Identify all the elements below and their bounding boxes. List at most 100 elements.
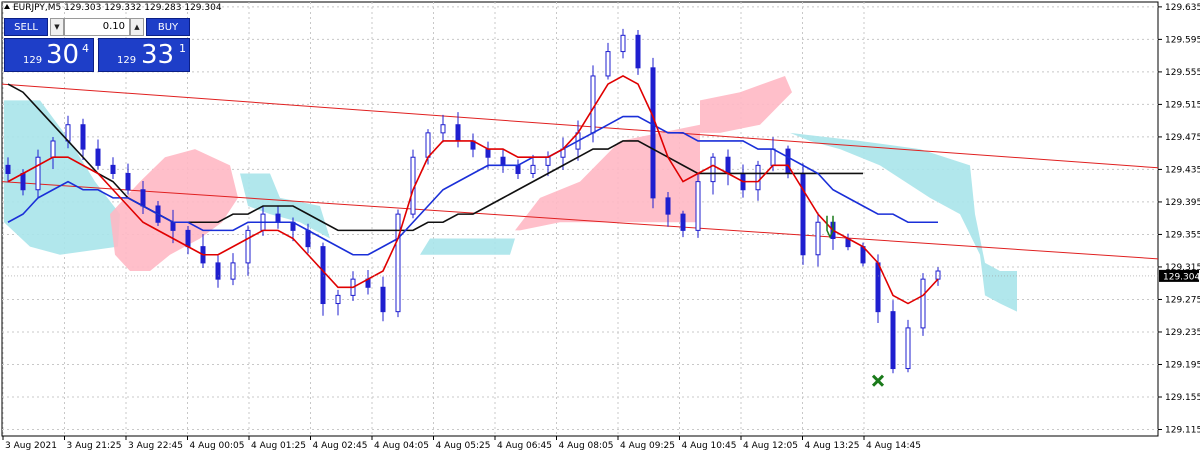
y-tick-label: 129.595 <box>1165 35 1200 45</box>
y-tick-label: 129.235 <box>1165 328 1200 338</box>
one-click-trading-panel: SELL ▼ 0.10 ▲ BUY 129 30 4 129 33 1 <box>4 18 190 72</box>
chevron-up-icon: ▲ <box>134 23 140 31</box>
candle-body <box>920 278 926 329</box>
candle-body <box>50 140 56 158</box>
candle <box>410 149 416 219</box>
candle-body <box>125 172 131 191</box>
candle <box>395 209 401 318</box>
candle <box>650 57 656 209</box>
x-tick-label: 3 Aug 2021 <box>5 441 57 451</box>
x-tick-label: 4 Aug 09:25 <box>620 441 675 451</box>
candle-body <box>935 270 941 280</box>
x-tick-label: 4 Aug 08:05 <box>559 441 614 451</box>
y-tick-label: 129.475 <box>1165 133 1200 143</box>
candle-body <box>680 213 686 231</box>
candle-body <box>80 124 86 150</box>
candle-body <box>95 148 101 166</box>
candle-body <box>305 229 311 248</box>
candle-body <box>905 327 911 370</box>
candle-body <box>755 164 761 191</box>
candle-body <box>140 189 146 207</box>
buy-quote-prefix: 129 <box>117 55 137 66</box>
y-tick-label: 129.115 <box>1165 425 1200 435</box>
sell-button-label: SELL <box>14 21 38 33</box>
candle-body <box>170 221 176 231</box>
candle <box>695 172 701 238</box>
lot-increase-button[interactable]: ▲ <box>130 18 144 36</box>
buy-quote-big: 33 <box>141 40 175 70</box>
x-tick-label: 4 Aug 14:45 <box>866 441 921 451</box>
sell-quote[interactable]: 129 30 4 <box>4 38 94 72</box>
candle <box>905 319 911 373</box>
sell-quote-sup: 4 <box>82 42 89 55</box>
candle-body <box>620 34 626 53</box>
x-tick-label: 4 Aug 02:45 <box>313 441 368 451</box>
candle-body <box>650 67 656 199</box>
buy-button[interactable]: BUY <box>146 18 190 36</box>
buy-button-label: BUY <box>157 21 179 33</box>
x-tick-label: 4 Aug 01:25 <box>251 441 306 451</box>
candle-body <box>5 164 11 174</box>
symbol-ohlc-label: EURJPY,M5 129.303 129.332 129.283 129.30… <box>4 3 222 13</box>
candle-body <box>800 172 806 256</box>
current-price-label: 129.304 <box>1163 272 1200 282</box>
y-tick-label: 129.635 <box>1165 3 1200 13</box>
candle <box>800 163 806 265</box>
candle-body <box>635 34 641 69</box>
candle-body <box>815 221 821 256</box>
x-tick-label: 4 Aug 04:05 <box>374 441 429 451</box>
candle-body <box>245 229 251 264</box>
candle-body <box>425 132 431 158</box>
candle <box>920 273 926 336</box>
candle-body <box>530 164 536 174</box>
candle-body <box>380 286 386 313</box>
x-tick-label: 4 Aug 06:45 <box>497 441 552 451</box>
candle-body <box>395 213 401 313</box>
y-tick-label: 129.555 <box>1165 68 1200 78</box>
sell-quote-prefix: 129 <box>23 55 43 66</box>
candle-body <box>770 148 776 166</box>
y-tick-label: 129.435 <box>1165 165 1200 175</box>
lot-size-input[interactable]: 0.10 <box>64 18 130 36</box>
candle-body <box>185 229 191 248</box>
y-tick-label: 129.355 <box>1165 230 1200 240</box>
chevron-down-icon: ▼ <box>54 23 60 31</box>
candle-body <box>515 164 521 174</box>
x-tick-label: 4 Aug 12:05 <box>743 441 798 451</box>
candle-body <box>230 262 236 280</box>
candle-body <box>545 156 551 166</box>
candle-body <box>710 156 716 183</box>
candle-body <box>500 156 506 166</box>
y-tick-label: 129.395 <box>1165 198 1200 208</box>
candle-body <box>335 294 341 305</box>
collapse-triangle-icon[interactable] <box>4 4 10 9</box>
sell-button[interactable]: SELL <box>4 18 48 36</box>
lot-decrease-button[interactable]: ▼ <box>50 18 64 36</box>
x-tick-label: 4 Aug 00:05 <box>190 441 245 451</box>
x-tick-label: 3 Aug 21:25 <box>67 441 122 451</box>
kumo-bull-3 <box>420 238 515 255</box>
candle-body <box>455 124 461 142</box>
x-tick-label: 4 Aug 10:45 <box>682 441 737 451</box>
candle-body <box>275 213 281 223</box>
y-tick-label: 129.515 <box>1165 100 1200 110</box>
candle-body <box>605 51 611 77</box>
candle-body <box>875 262 881 313</box>
y-tick-label: 129.155 <box>1165 393 1200 403</box>
candle-body <box>590 75 596 134</box>
candle-body <box>695 181 701 231</box>
candle-body <box>35 156 41 191</box>
candle-body <box>725 156 731 174</box>
candle-body <box>665 197 671 215</box>
candle <box>590 65 596 143</box>
candle-body <box>890 311 896 370</box>
candle-body <box>440 124 446 134</box>
candle-body <box>20 172 26 191</box>
symbol-ohlc-text: EURJPY,M5 129.303 129.332 129.283 129.30… <box>13 3 222 13</box>
candle-body <box>215 262 221 280</box>
buy-quote-sup: 1 <box>179 42 186 55</box>
buy-quote[interactable]: 129 33 1 <box>98 38 190 72</box>
candle-body <box>785 148 791 174</box>
x-tick-label: 3 Aug 22:45 <box>128 441 183 451</box>
candle-body <box>320 246 326 305</box>
